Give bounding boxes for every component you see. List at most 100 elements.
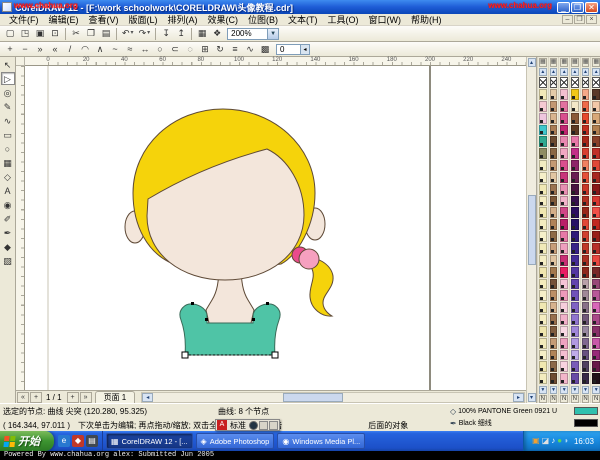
node-dot[interactable] — [205, 318, 208, 321]
no-color-swatch[interactable] — [560, 77, 568, 88]
palette-scroll-down[interactable]: ▼ — [592, 386, 600, 394]
color-swatch[interactable] — [560, 338, 568, 349]
color-swatch[interactable] — [550, 196, 558, 207]
color-swatch[interactable] — [592, 196, 600, 207]
color-swatch[interactable] — [582, 184, 590, 195]
color-swatch[interactable] — [539, 172, 547, 183]
scroll-right-arrow[interactable]: ▸ — [513, 393, 524, 402]
color-swatch[interactable] — [582, 338, 590, 349]
doc-restore-button[interactable]: ❐ — [574, 15, 585, 24]
scroll-left-arrow[interactable]: ◂ — [142, 393, 153, 402]
color-swatch[interactable] — [571, 219, 579, 230]
horizontal-ruler[interactable]: 020406080100120140160180200220240 — [25, 57, 526, 66]
color-swatch[interactable] — [539, 338, 547, 349]
palette-scroll-down[interactable]: ▼ — [582, 386, 590, 394]
quicklaunch-media-icon[interactable]: ◆ — [72, 435, 84, 447]
color-swatch[interactable] — [560, 302, 568, 313]
color-swatch[interactable] — [550, 243, 558, 254]
color-swatch[interactable] — [582, 255, 590, 266]
color-swatch[interactable] — [550, 350, 558, 361]
taskbar-task-button[interactable]: ◈Adobe Photoshop — [196, 433, 275, 449]
menu-window[interactable]: 窗口(W) — [364, 13, 407, 26]
no-color-swatch[interactable] — [550, 77, 558, 88]
color-swatch[interactable] — [560, 184, 568, 195]
add-node-button[interactable]: + — [3, 43, 17, 56]
color-swatch[interactable] — [571, 89, 579, 100]
color-swatch[interactable] — [539, 184, 547, 195]
color-swatch[interactable] — [560, 101, 568, 112]
color-swatch[interactable] — [582, 160, 590, 171]
color-swatch[interactable] — [550, 326, 558, 337]
color-swatch[interactable] — [539, 267, 547, 278]
convert-line-to-curve-button[interactable]: ◠ — [78, 43, 92, 56]
open-button[interactable]: ◳ — [18, 27, 32, 40]
palette-grid-icon[interactable]: ▦ — [560, 58, 568, 67]
color-swatch[interactable] — [550, 219, 558, 230]
color-swatch[interactable] — [592, 338, 600, 349]
menu-view[interactable]: 查看(V) — [84, 13, 124, 26]
color-swatch[interactable] — [539, 290, 547, 301]
slider-arrow-icon[interactable]: ◂ — [300, 45, 309, 54]
color-swatch[interactable] — [592, 243, 600, 254]
color-swatch[interactable] — [550, 207, 558, 218]
color-swatch[interactable] — [571, 101, 579, 112]
color-swatch[interactable] — [571, 302, 579, 313]
color-swatch[interactable] — [582, 207, 590, 218]
zoom-tool[interactable]: ◎ — [1, 86, 15, 99]
menu-layout[interactable]: 版面(L) — [124, 13, 163, 26]
color-swatch[interactable] — [571, 267, 579, 278]
color-swatch[interactable] — [592, 89, 600, 100]
palette-scroll-up[interactable]: ▲ — [571, 68, 579, 76]
scroll-down-arrow[interactable]: ▾ — [528, 393, 536, 402]
color-swatch[interactable] — [592, 113, 600, 124]
color-swatch[interactable] — [550, 231, 558, 242]
node-dot[interactable] — [266, 302, 269, 305]
color-swatch[interactable] — [560, 196, 568, 207]
palette-expand-button[interactable]: N — [550, 395, 558, 403]
first-page-button[interactable]: « — [17, 392, 29, 403]
no-color-swatch[interactable] — [592, 77, 600, 88]
color-swatch[interactable] — [571, 207, 579, 218]
color-swatch[interactable] — [539, 136, 547, 147]
vertical-scroll-thumb[interactable] — [528, 195, 536, 265]
color-swatch[interactable] — [592, 125, 600, 136]
color-swatch[interactable] — [560, 279, 568, 290]
fill-tool[interactable]: ◆ — [1, 240, 15, 253]
make-node-smooth-button[interactable]: ~ — [108, 43, 122, 56]
palette-grid-icon[interactable]: ▦ — [582, 58, 590, 67]
tray-volume-icon[interactable]: ♪ — [551, 435, 555, 447]
color-swatch[interactable] — [592, 172, 600, 183]
interactive-fill-tool[interactable]: ▨ — [1, 254, 15, 267]
eyedropper-tool[interactable]: ✐ — [1, 212, 15, 225]
color-swatch[interactable] — [550, 314, 558, 325]
color-swatch[interactable] — [571, 160, 579, 171]
color-swatch[interactable] — [582, 314, 590, 325]
color-swatch[interactable] — [550, 290, 558, 301]
color-swatch[interactable] — [550, 136, 558, 147]
dropdown-caret-icon[interactable]: ▾ — [147, 28, 150, 39]
paste-button[interactable]: ▤ — [99, 27, 113, 40]
color-swatch[interactable] — [571, 338, 579, 349]
color-swatch[interactable] — [560, 207, 568, 218]
color-swatch[interactable] — [560, 89, 568, 100]
menu-tools[interactable]: 工具(O) — [323, 13, 364, 26]
color-swatch[interactable] — [539, 125, 547, 136]
interactive-blend-tool[interactable]: ◉ — [1, 198, 15, 211]
color-swatch[interactable] — [592, 326, 600, 337]
color-swatch[interactable] — [571, 196, 579, 207]
select-all-nodes-button[interactable]: ▩ — [258, 43, 272, 56]
horizontal-scroll-thumb[interactable] — [283, 393, 343, 402]
color-swatch[interactable] — [539, 302, 547, 313]
color-swatch[interactable] — [582, 361, 590, 372]
palette-scroll-down[interactable]: ▼ — [539, 386, 547, 394]
menu-effects[interactable]: 效果(C) — [203, 13, 244, 26]
color-swatch[interactable] — [550, 184, 558, 195]
join-two-nodes-button[interactable]: » — [33, 43, 47, 56]
doc-close-button[interactable]: × — [586, 15, 597, 24]
cut-button[interactable]: ✂ — [69, 27, 83, 40]
color-swatch[interactable] — [560, 267, 568, 278]
palette-scroll-up[interactable]: ▲ — [539, 68, 547, 76]
curve-smoothness-input[interactable]: 0◂ — [276, 44, 310, 55]
color-swatch[interactable] — [592, 255, 600, 266]
color-swatch[interactable] — [592, 219, 600, 230]
